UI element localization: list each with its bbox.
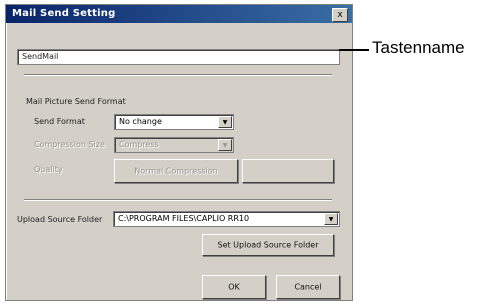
- button-name-input[interactable]: SendMail: [17, 49, 340, 65]
- mail-send-setting-dialog: Mail Send Setting x SendMail Mail Pictur…: [5, 4, 353, 301]
- quality-settings-button[interactable]: [242, 159, 334, 183]
- title-bar[interactable]: Mail Send Setting x: [6, 5, 352, 23]
- callout-line: [339, 49, 369, 51]
- compression-size-select[interactable]: Compress ▼: [114, 137, 234, 153]
- button-name-value: SendMail: [22, 52, 59, 61]
- send-format-label: Send Format: [34, 117, 85, 126]
- callout-label: Tastenname: [372, 38, 465, 57]
- quality-button[interactable]: Normal Compression: [114, 159, 238, 183]
- cancel-button[interactable]: Cancel: [276, 275, 340, 299]
- chevron-down-icon: ▼: [324, 213, 338, 225]
- send-format-value: No change: [119, 117, 162, 126]
- cancel-label: Cancel: [294, 282, 322, 292]
- upload-folder-select[interactable]: C:\PROGRAM FILES\CAPLIO RR10 ▼: [113, 211, 340, 227]
- chevron-down-icon: ▼: [218, 116, 232, 128]
- group-title: Mail Picture Send Format: [26, 97, 126, 106]
- close-button[interactable]: x: [332, 8, 348, 22]
- ok-label: OK: [228, 282, 240, 292]
- chevron-down-icon: ▼: [218, 139, 232, 151]
- ok-button[interactable]: OK: [202, 275, 266, 299]
- quality-value: Normal Compression: [134, 166, 218, 176]
- compression-size-value: Compress: [119, 140, 159, 149]
- compression-size-label: Compression Size: [34, 140, 105, 149]
- set-upload-folder-button[interactable]: Set Upload Source Folder: [202, 234, 334, 256]
- send-format-select[interactable]: No change ▼: [114, 114, 234, 130]
- separator-bottom: [24, 199, 332, 201]
- dialog-title: Mail Send Setting: [12, 8, 116, 19]
- set-upload-folder-label: Set Upload Source Folder: [217, 240, 319, 250]
- upload-folder-value: C:\PROGRAM FILES\CAPLIO RR10: [118, 214, 250, 223]
- close-icon: x: [337, 10, 343, 20]
- separator-top: [24, 74, 332, 76]
- upload-folder-label: Upload Source Folder: [17, 215, 103, 224]
- quality-label: Quality: [34, 165, 63, 174]
